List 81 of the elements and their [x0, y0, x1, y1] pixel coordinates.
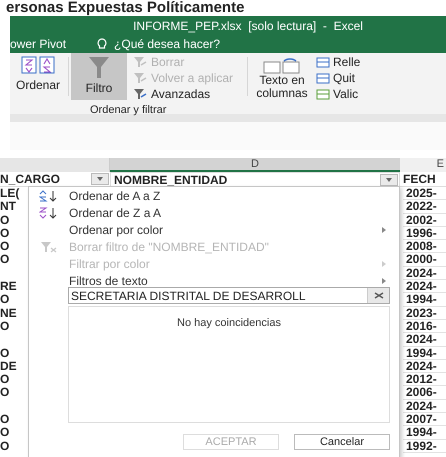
menu-item[interactable]: Ordenar de A a Z	[29, 187, 399, 204]
ribbon-tab[interactable]: ower Pivot	[10, 35, 66, 53]
table-cell: DE	[0, 360, 17, 373]
caret-icon	[386, 178, 392, 182]
table-cell: 2022-	[406, 199, 437, 214]
column-header[interactable]: D	[110, 158, 400, 172]
search-field[interactable]: SECRETARIA DISTRITAL DE DESARROLL	[68, 287, 390, 304]
filter-icon	[133, 88, 147, 100]
cancel-button[interactable]: Cancelar	[294, 434, 390, 450]
filter-button[interactable]: Filtro	[71, 53, 127, 100]
window-title: INFORME_PEP.xlsx [solo lectura] - Excel	[133, 18, 363, 34]
header-cell: N_CARGO	[0, 172, 60, 186]
table-cell: 2006-	[406, 385, 437, 400]
table-cell: 1994-	[406, 292, 437, 306]
menu-item[interactable]: Ordenar de Z a A	[29, 204, 399, 221]
table-cell: O	[0, 214, 10, 227]
table-cell: 2008-	[406, 239, 437, 254]
table-cell: 2012-	[406, 372, 437, 386]
table-cell: 2024-	[406, 398, 437, 413]
table-cell: O	[0, 240, 10, 254]
ribbon-button[interactable]: Valic	[316, 87, 360, 101]
table-cell: 2024-	[406, 266, 437, 280]
filter-dropdown-button[interactable]	[380, 174, 398, 186]
table-cell: 2016-	[406, 318, 437, 333]
sort-ascending-icon	[39, 190, 59, 202]
table-cell: NT	[0, 200, 16, 214]
ribbon-button[interactable]: Quit	[316, 71, 360, 85]
filter-icon	[133, 56, 147, 68]
tool-icon	[316, 56, 330, 68]
table-cell: NE	[0, 306, 17, 320]
header-cell: FECH	[403, 172, 436, 186]
table-cell: O	[0, 426, 10, 440]
empty-message: No hay coincidencias	[177, 316, 281, 331]
sort-descending-icon	[39, 206, 59, 218]
clear-filter-icon	[40, 240, 58, 252]
table-cell: 1992-	[406, 438, 437, 453]
table-cell: 1994-	[406, 425, 437, 440]
submenu-arrow-icon	[382, 226, 386, 232]
lightbulb-icon	[96, 38, 108, 50]
table-cell: O	[0, 226, 10, 240]
table-cell: 1996-	[406, 226, 437, 240]
table-cell: 2002-	[406, 212, 437, 227]
table-cell: 2025-	[406, 186, 437, 200]
submenu-arrow-icon	[382, 278, 386, 284]
ribbon-button[interactable]: Avanzadas	[133, 86, 247, 101]
column-header[interactable]: E	[400, 158, 446, 172]
columns-icon	[262, 56, 302, 74]
sort-button[interactable]: Ordenar	[10, 53, 66, 100]
group-label: Ordenar y filtrar	[90, 104, 166, 116]
tool-icon	[316, 88, 330, 100]
table-cell: O	[0, 346, 10, 360]
funnel-icon	[88, 55, 110, 79]
table-cell: O	[0, 440, 10, 453]
table-cell: LE(	[0, 187, 20, 200]
menu-item[interactable]: Filtros de texto	[29, 272, 399, 289]
table-cell: 2007-	[406, 412, 437, 426]
header-cell: NOMBRE_ENTIDAD	[114, 173, 228, 186]
submenu-arrow-icon	[382, 260, 386, 266]
table-cell: 2024-	[406, 332, 437, 346]
table-cell: 2000-	[406, 252, 437, 266]
ribbon-button[interactable]: Relle	[316, 55, 360, 69]
table-cell: 2023-	[406, 306, 437, 320]
page-heading: ersonas Expuestas Políticamente	[6, 0, 244, 16]
close-icon[interactable]	[374, 292, 384, 299]
table-cell: O	[0, 253, 10, 266]
filter-icon	[133, 72, 147, 84]
table-cell: O	[0, 386, 10, 400]
table-cell: O	[0, 293, 10, 306]
table-cell: 2024-	[406, 279, 437, 294]
filter-dropdown-button[interactable]	[91, 173, 109, 185]
table-cell: RE	[0, 280, 17, 294]
table-cell: O	[0, 373, 10, 386]
tool-icon	[316, 72, 330, 84]
caret-icon	[97, 177, 103, 181]
table-cell: 2024-	[406, 358, 437, 373]
table-cell: O	[0, 320, 10, 333]
table-cell: O	[0, 413, 10, 426]
tell-me-field[interactable]: ¿Qué desea hacer?	[96, 35, 220, 53]
text-to-columns-button[interactable]: Texto en columnas	[248, 53, 316, 100]
menu-item[interactable]: Ordenar por color	[29, 221, 399, 238]
table-cell: 1994-	[406, 346, 437, 360]
